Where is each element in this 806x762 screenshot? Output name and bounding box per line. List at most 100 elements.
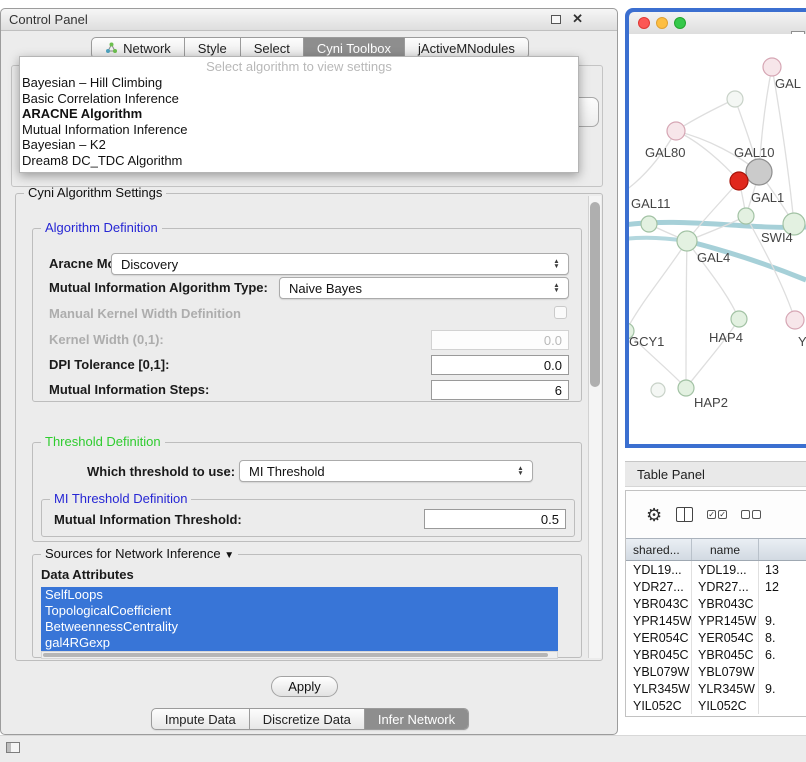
dpi-tolerance-label: DPI Tolerance [0,1]: [49,357,169,372]
node-label-gal1: GAL1 [751,190,784,205]
kernel-width-label: Kernel Width (0,1): [49,332,164,347]
network-edge[interactable] [687,181,739,241]
apply-button[interactable]: Apply [271,676,338,697]
node-hap2[interactable] [678,380,694,396]
node-label-gcy1: GCY1 [629,334,664,349]
attributes-hscrollbar[interactable] [41,651,558,659]
mi-steps-field[interactable]: 6 [431,380,569,400]
tab-infer-network[interactable]: Infer Network [365,709,468,729]
scrollbar-thumb[interactable] [43,653,548,657]
cell: YDL19... [626,561,691,578]
node-red[interactable] [730,172,748,190]
node-gal4[interactable] [677,231,697,251]
table-row[interactable]: YBL079W YBL079W [626,663,806,680]
deselect-all-icon[interactable] [741,510,761,519]
node-label-gal80: GAL80 [645,145,685,160]
network-window-titlebar[interactable] [629,12,806,34]
node-green[interactable] [641,216,657,232]
columns-icon[interactable] [676,507,693,522]
which-threshold-select[interactable]: MI Threshold ▲▼ [239,460,533,482]
table-row[interactable]: YPR145W YPR145W 9. [626,612,806,629]
float-window-icon[interactable] [551,15,561,24]
attribute-item-selected[interactable]: TopologicalCoefficient [41,603,558,619]
table-row[interactable]: YDR27... YDR27... 12 [626,578,806,595]
network-graph: GAL GAL80 GAL10 GAL11 GAL1 SWI4 GAL4 GCY… [629,34,806,444]
close-window-icon[interactable] [638,17,650,29]
network-edge[interactable] [686,241,687,388]
network-edge[interactable] [676,99,735,131]
algorithm-option[interactable]: Bayesian – K2 [20,137,578,153]
column-header-shared-name[interactable]: shared... [626,539,691,560]
algorithm-definition-group: Algorithm Definition Aracne Mode: Discov… [32,228,582,402]
select-all-icon[interactable]: ✓✓ [707,510,727,519]
attribute-item-selected[interactable]: BetweennessCentrality [41,619,558,635]
node-gal80[interactable] [667,122,685,140]
cell: YPR145W [691,612,758,629]
table-row[interactable]: YIL052C YIL052C [626,697,806,714]
dpi-tolerance-field[interactable]: 0.0 [431,355,569,375]
scrollbar-thumb[interactable] [590,202,600,387]
threshold-definition-title: Threshold Definition [41,434,165,449]
network-edge[interactable] [629,131,676,196]
column-header[interactable] [758,539,806,560]
control-panel-titlebar[interactable]: Control Panel ✕ [1,9,617,31]
node-label-swi4: SWI4 [761,230,793,245]
node-label-gal11: GAL11 [631,196,671,211]
network-edge[interactable] [629,241,687,331]
table-row[interactable]: YDL19... YDL19... 13 [626,561,806,578]
table-row[interactable]: YBR045C YBR045C 6. [626,646,806,663]
algorithm-option[interactable]: Basic Correlation Inference [20,91,578,107]
node-gal[interactable] [763,58,781,76]
column-header-name[interactable]: name [691,539,758,560]
minimize-window-icon[interactable] [656,17,668,29]
node-gal10[interactable] [746,159,772,185]
network-canvas[interactable]: GAL GAL80 GAL10 GAL11 GAL1 SWI4 GAL4 GCY… [629,34,806,444]
cell: YBR043C [626,595,691,612]
cell: YBR045C [691,646,758,663]
tab-discretize-data[interactable]: Discretize Data [250,709,365,729]
node-pale[interactable] [651,383,665,397]
node-pale[interactable] [727,91,743,107]
tab-network[interactable]: Network [92,38,185,58]
sources-title[interactable]: Sources for Network Inference ▼ [41,546,238,561]
node-hap4[interactable] [731,311,747,327]
cell: YBL079W [626,663,691,680]
control-panel-window: Control Panel ✕ Network [0,8,618,735]
which-threshold-label: Which threshold to use: [87,464,235,479]
settings-scrollbar[interactable] [588,196,601,658]
attribute-item-selected[interactable]: gal4RGexp [41,635,558,651]
table-row[interactable]: YBR043C YBR043C [626,595,806,612]
node-gal1[interactable] [738,208,754,224]
network-view-window: GAL GAL80 GAL10 GAL11 GAL1 SWI4 GAL4 GCY… [625,8,806,448]
gear-icon[interactable]: ⚙ [646,506,662,524]
mi-steps-label: Mutual Information Steps: [49,382,209,397]
table-panel-title: Table Panel [625,467,705,482]
tab-select[interactable]: Select [241,38,304,58]
cyni-mode-tabbar: Impute Data Discretize Data Infer Networ… [151,708,469,730]
combo-arrows-icon: ▲▼ [549,283,564,294]
mi-type-select[interactable]: Naive Bayes ▲▼ [279,277,569,299]
table-row[interactable]: YER054C YER054C 8. [626,629,806,646]
algorithm-option-selected[interactable]: ARACNE Algorithm [20,106,578,122]
attribute-item-selected[interactable]: SelfLoops [41,587,558,603]
close-panel-icon[interactable]: ✕ [572,13,583,25]
algorithm-dropdown-popup: Select algorithm to view settings Bayesi… [19,56,579,173]
tab-style[interactable]: Style [185,38,241,58]
cell: 6. [758,646,806,663]
algorithm-option[interactable]: Mutual Information Inference [20,122,578,138]
table-panel: ⚙ ✓✓ shared... name YDL19... YDL19... 13… [625,490,806,717]
aracne-mode-select[interactable]: Discovery ▲▼ [111,253,569,275]
algorithm-option[interactable]: Bayesian – Hill Climbing [20,75,578,91]
table-row[interactable]: YLR345W YLR345W 9. [626,680,806,697]
mi-threshold-field[interactable]: 0.5 [424,509,566,529]
cell: YIL052C [626,697,691,714]
tab-cyni-toolbox[interactable]: Cyni Toolbox [304,38,405,58]
algorithm-option[interactable]: Dream8 DC_TDC Algorithm [20,153,578,169]
tab-impute-data[interactable]: Impute Data [152,709,250,729]
cell [758,595,806,612]
tab-jactivemnodules[interactable]: jActiveMNodules [405,38,528,58]
node-pink[interactable] [786,311,804,329]
minimized-panel-icon[interactable] [6,742,20,753]
zoom-window-icon[interactable] [674,17,686,29]
data-attributes-list[interactable]: SelfLoops TopologicalCoefficient Between… [41,587,558,651]
